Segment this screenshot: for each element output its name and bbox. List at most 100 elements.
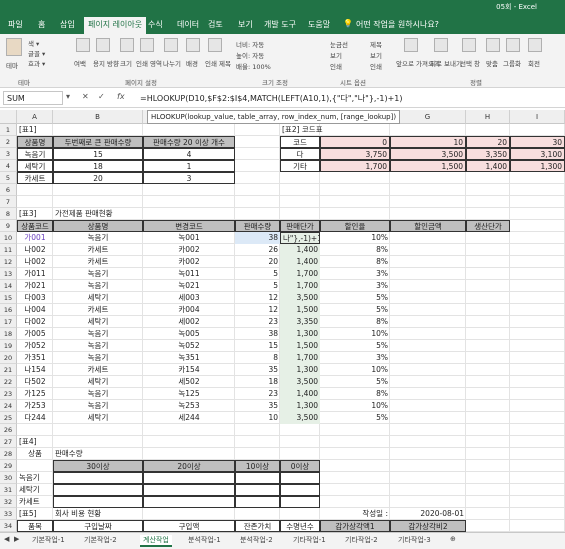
discount-amount-cell[interactable] <box>390 280 466 292</box>
name-box-dropdown-icon[interactable]: ▾ <box>66 92 70 101</box>
quantity-cell[interactable]: 8 <box>235 352 280 364</box>
scale-width[interactable]: 너비: 자동 <box>236 39 264 49</box>
discount-rate-cell[interactable]: 10% <box>320 400 390 412</box>
table-cell[interactable]: 15 <box>53 148 143 160</box>
discount-rate-cell[interactable]: 10% <box>320 328 390 340</box>
table-cell[interactable]: 1 <box>143 160 235 172</box>
changed-code-cell[interactable]: 세003 <box>143 292 235 304</box>
discount-amount-cell[interactable] <box>390 400 466 412</box>
tab-developer[interactable]: 개발 도구 <box>264 19 296 30</box>
table-cell[interactable]: 4 <box>143 148 235 160</box>
quantity-cell[interactable]: 23 <box>235 388 280 400</box>
table-cell[interactable] <box>280 484 320 496</box>
theme-button-label[interactable]: 테마 <box>6 60 18 70</box>
sheet-tab[interactable]: 기본작업-2 <box>84 535 117 545</box>
table-header[interactable]: 두번째로 큰 판매수량 <box>53 136 143 148</box>
send-backward-button[interactable]: 뒤로 보내기 <box>430 58 462 68</box>
production-price-cell[interactable] <box>466 388 510 400</box>
row-header[interactable]: 6 <box>0 184 17 196</box>
product-code-cell[interactable]: 나004 <box>17 304 53 316</box>
sheet-tab[interactable]: 기타작업-1 <box>293 535 326 545</box>
table-cell[interactable] <box>235 484 280 496</box>
discount-rate-cell[interactable]: 10% <box>320 232 390 244</box>
sheet-tab[interactable]: 기타작업-2 <box>345 535 378 545</box>
unit-price-cell[interactable]: 1,300 <box>280 364 320 376</box>
code-table-cell[interactable]: 20 <box>466 136 510 148</box>
production-price-cell[interactable] <box>466 304 510 316</box>
table-cell[interactable] <box>280 472 320 484</box>
tab-page-layout[interactable]: 페이지 레이아웃 <box>84 17 147 34</box>
table-cell[interactable]: 카세트 <box>17 172 53 184</box>
product-name-cell[interactable]: 카세트 <box>53 364 143 376</box>
discount-amount-cell[interactable] <box>390 412 466 424</box>
table-header[interactable]: 상품명 <box>53 220 143 232</box>
discount-amount-cell[interactable] <box>390 364 466 376</box>
product-name-cell[interactable]: 카세트 <box>53 244 143 256</box>
table-header[interactable]: 상품명 <box>17 136 53 148</box>
date-label[interactable]: 작성일 : <box>320 508 390 520</box>
row-header[interactable]: 12 <box>0 256 17 268</box>
production-price-cell[interactable] <box>466 268 510 280</box>
table-header[interactable]: 변경코드 <box>143 220 235 232</box>
enter-icon[interactable]: ✓ <box>98 92 105 101</box>
product-name-cell[interactable]: 세탁기 <box>53 292 143 304</box>
unit-price-cell[interactable]: 1,500 <box>280 304 320 316</box>
changed-code-cell[interactable]: 세244 <box>143 412 235 424</box>
breaks-icon[interactable] <box>164 38 178 52</box>
production-price-cell[interactable] <box>466 292 510 304</box>
table-cell[interactable]: 세탁기 <box>17 160 53 172</box>
worksheet-grid[interactable]: ABCDEFGHI1234567891011121314151617181920… <box>0 110 565 532</box>
product-code-cell[interactable]: 가052 <box>17 340 53 352</box>
table-header[interactable]: 감가상각비2 <box>390 520 466 532</box>
row-header[interactable]: 13 <box>0 268 17 280</box>
table-title[interactable]: [표2] 코드표 <box>280 124 390 136</box>
table-cell[interactable]: 3 <box>143 172 235 184</box>
changed-code-cell[interactable]: 카002 <box>143 256 235 268</box>
table-cell[interactable] <box>143 496 235 508</box>
table-header[interactable]: 잔존가치 <box>235 520 280 532</box>
discount-amount-cell[interactable] <box>390 376 466 388</box>
rotate-icon[interactable] <box>528 38 542 52</box>
discount-rate-cell[interactable]: 8% <box>320 244 390 256</box>
table-subtitle[interactable]: 회사 비용 현황 <box>53 508 143 520</box>
product-name-cell[interactable]: 세탁기 <box>53 412 143 424</box>
product-code-cell[interactable]: 가351 <box>17 352 53 364</box>
discount-amount-cell[interactable] <box>390 388 466 400</box>
print-titles-button[interactable]: 인쇄 제목 <box>205 58 231 68</box>
table-cell[interactable] <box>235 496 280 508</box>
code-table-cell[interactable]: 1,300 <box>510 160 565 172</box>
changed-code-cell[interactable]: 카004 <box>143 304 235 316</box>
table-header[interactable]: 구입액 <box>143 520 235 532</box>
unit-price-cell[interactable]: 3,350 <box>280 316 320 328</box>
row-header[interactable]: 22 <box>0 376 17 388</box>
table-cell[interactable]: 20 <box>53 172 143 184</box>
print-area-button[interactable]: 인쇄 영역 <box>136 58 162 68</box>
table-header[interactable]: 20이상 <box>143 460 235 472</box>
print-area-icon[interactable] <box>140 38 154 52</box>
unit-price-cell[interactable]: 1,500 <box>280 340 320 352</box>
unit-price-cell[interactable]: 3,500 <box>280 412 320 424</box>
table-header[interactable]: 품목 <box>17 520 53 532</box>
insert-function-icon[interactable]: fx <box>117 92 125 101</box>
table-cell[interactable] <box>235 472 280 484</box>
discount-amount-cell[interactable] <box>390 316 466 328</box>
sheet-nav-next-icon[interactable]: ▶ <box>14 535 19 543</box>
production-price-cell[interactable] <box>466 232 510 244</box>
tab-help[interactable]: 도움말 <box>308 19 330 30</box>
row-header[interactable]: 14 <box>0 280 17 292</box>
themes-icon[interactable] <box>6 38 22 56</box>
row-header[interactable]: 23 <box>0 388 17 400</box>
table-cell[interactable]: 카세트 <box>17 496 53 508</box>
discount-rate-cell[interactable]: 8% <box>320 388 390 400</box>
table-header[interactable]: 30이상 <box>53 460 143 472</box>
discount-amount-cell[interactable] <box>390 256 466 268</box>
row-header[interactable]: 27 <box>0 436 17 448</box>
discount-rate-cell[interactable]: 8% <box>320 316 390 328</box>
print-titles-icon[interactable] <box>208 38 222 52</box>
code-table-cell[interactable]: 3,100 <box>510 148 565 160</box>
sheet-tab-active[interactable]: 계산작업 <box>140 535 172 547</box>
table-header[interactable]: 판매수량 <box>235 220 280 232</box>
code-table-cell[interactable]: 1,400 <box>466 160 510 172</box>
group-button[interactable]: 그룹화 <box>503 58 521 68</box>
column-header[interactable]: I <box>510 110 565 124</box>
